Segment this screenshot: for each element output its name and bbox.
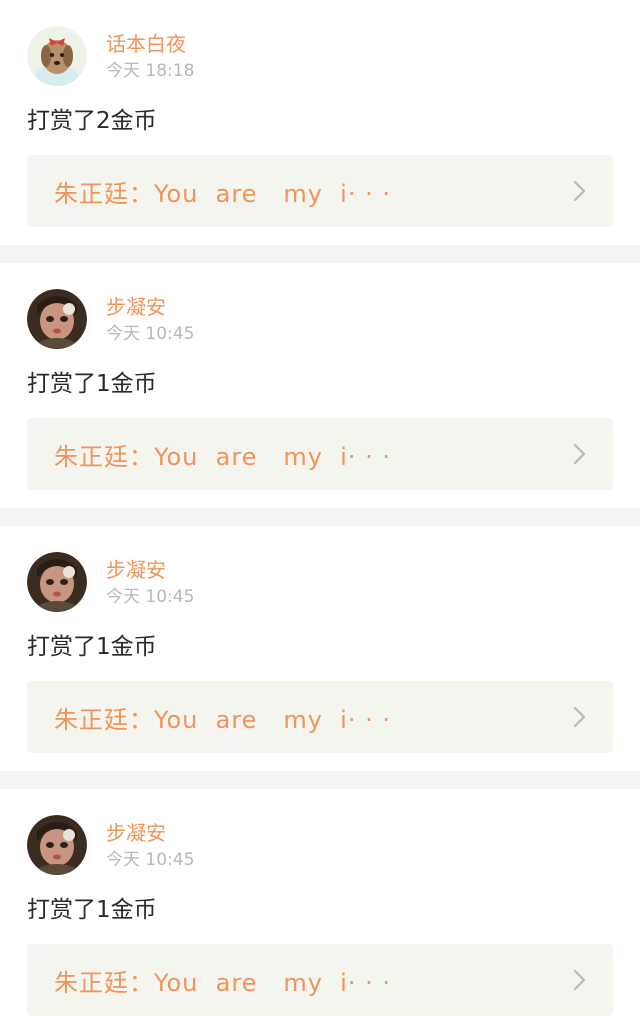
feed-item-header: 步凝安 今天 10:45 xyxy=(27,815,194,875)
avatar[interactable] xyxy=(27,289,87,349)
avatar[interactable] xyxy=(27,552,87,612)
timestamp: 今天 10:45 xyxy=(106,850,195,870)
girl-avatar-image xyxy=(27,289,87,349)
username[interactable]: 步凝安 xyxy=(106,558,194,582)
feed-item-header: 话本白夜 今天 18:18 xyxy=(27,26,194,86)
user-meta: 步凝安 今天 10:45 xyxy=(106,289,194,345)
quoted-comment-text: 朱正廷：You are my i· · · xyxy=(54,968,391,997)
avatar[interactable] xyxy=(27,26,87,86)
reward-feed: 话本白夜 今天 18:18 打赏了2金币 朱正廷：You are my i· ·… xyxy=(0,0,640,1034)
avatar[interactable] xyxy=(27,815,87,875)
quoted-comment-text: 朱正廷：You are my i· · · xyxy=(54,179,391,208)
divider xyxy=(0,245,640,263)
quoted-comment-link[interactable]: 朱正廷：You are my i· · · xyxy=(27,944,613,1016)
user-meta: 话本白夜 今天 18:18 xyxy=(106,26,194,82)
chevron-right-icon xyxy=(573,443,586,465)
feed-item-header: 步凝安 今天 10:45 xyxy=(27,552,194,612)
reward-text: 打赏了1金币 xyxy=(27,634,157,660)
reward-text: 打赏了1金币 xyxy=(27,371,157,397)
reward-text: 打赏了2金币 xyxy=(27,108,157,134)
username[interactable]: 步凝安 xyxy=(106,821,194,845)
feed-item: 步凝安 今天 10:45 打赏了1金币 朱正廷：You are my i· · … xyxy=(0,263,640,508)
chevron-right-icon xyxy=(573,180,586,202)
girl-avatar-image xyxy=(27,552,87,612)
feed-item-header: 步凝安 今天 10:45 xyxy=(27,289,194,349)
timestamp: 今天 10:45 xyxy=(106,587,195,607)
reward-text: 打赏了1金币 xyxy=(27,897,157,923)
quoted-comment-text: 朱正廷：You are my i· · · xyxy=(54,705,391,734)
user-meta: 步凝安 今天 10:45 xyxy=(106,815,194,871)
divider xyxy=(0,508,640,526)
timestamp: 今天 10:45 xyxy=(106,324,195,344)
user-meta: 步凝安 今天 10:45 xyxy=(106,552,194,608)
quoted-comment-link[interactable]: 朱正廷：You are my i· · · xyxy=(27,155,613,227)
username[interactable]: 步凝安 xyxy=(106,295,194,319)
dog-avatar-image xyxy=(27,26,87,86)
feed-item: 步凝安 今天 10:45 打赏了1金币 朱正廷：You are my i· · … xyxy=(0,789,640,1034)
girl-avatar-image xyxy=(27,815,87,875)
quoted-comment-link[interactable]: 朱正廷：You are my i· · · xyxy=(27,681,613,753)
chevron-right-icon xyxy=(573,706,586,728)
timestamp: 今天 18:18 xyxy=(106,61,195,81)
username[interactable]: 话本白夜 xyxy=(106,32,194,56)
divider xyxy=(0,771,640,789)
feed-item: 步凝安 今天 10:45 打赏了1金币 朱正廷：You are my i· · … xyxy=(0,526,640,771)
quoted-comment-link[interactable]: 朱正廷：You are my i· · · xyxy=(27,418,613,490)
chevron-right-icon xyxy=(573,969,586,991)
quoted-comment-text: 朱正廷：You are my i· · · xyxy=(54,442,391,471)
feed-item: 话本白夜 今天 18:18 打赏了2金币 朱正廷：You are my i· ·… xyxy=(0,0,640,245)
